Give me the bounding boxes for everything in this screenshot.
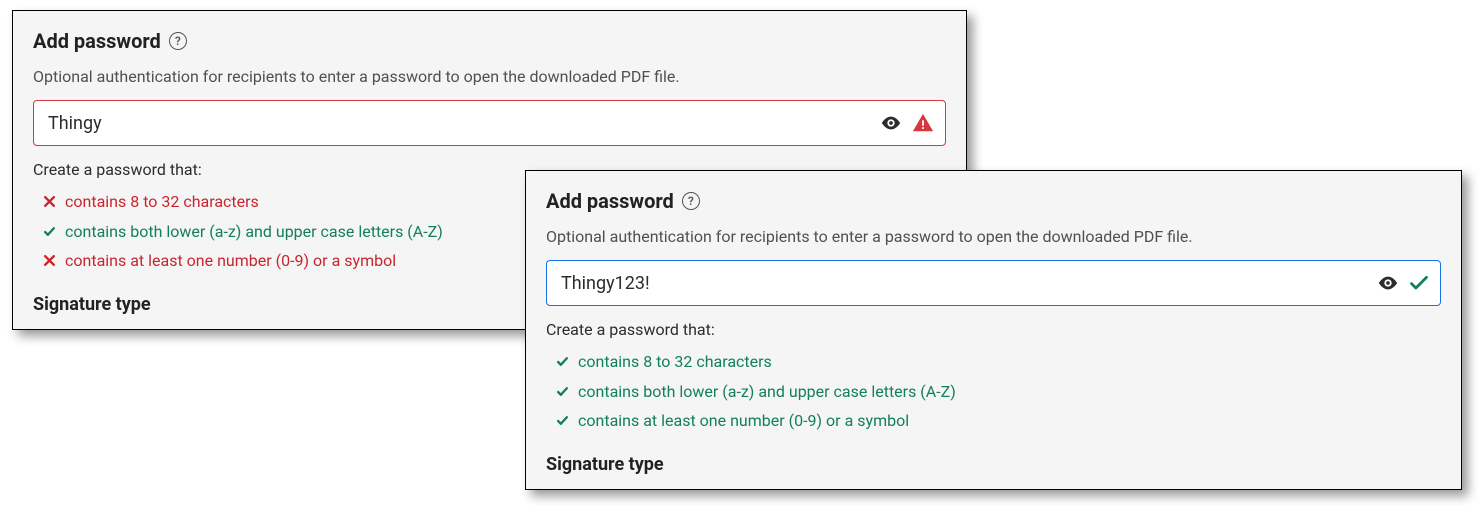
rule-text: contains at least one number (0-9) or a … xyxy=(578,406,909,436)
help-icon[interactable]: ? xyxy=(169,32,187,50)
input-icons xyxy=(880,112,934,134)
rule-text: contains 8 to 32 characters xyxy=(65,187,259,217)
rules-list: contains 8 to 32 characters contains bot… xyxy=(546,347,1441,436)
rule-text: contains 8 to 32 characters xyxy=(578,347,772,377)
password-input-wrap xyxy=(33,100,946,146)
panel-description: Optional authentication for recipients t… xyxy=(33,67,946,86)
rule-text: contains at least one number (0-9) or a … xyxy=(65,246,396,276)
password-input[interactable] xyxy=(546,260,1441,306)
rule-item: contains at least one number (0-9) or a … xyxy=(554,406,1441,436)
check-icon xyxy=(1409,273,1429,293)
x-icon xyxy=(41,254,57,267)
panel-title: Add password xyxy=(33,29,161,53)
x-icon xyxy=(41,195,57,208)
title-row: Add password ? xyxy=(546,189,1441,213)
rule-item: contains 8 to 32 characters xyxy=(554,347,1441,377)
check-icon xyxy=(41,225,57,238)
input-icons xyxy=(1377,272,1429,294)
rules-label: Create a password that: xyxy=(546,320,1441,339)
check-icon xyxy=(554,414,570,427)
help-icon[interactable]: ? xyxy=(682,192,700,210)
eye-icon[interactable] xyxy=(1377,272,1399,294)
password-input-wrap xyxy=(546,260,1441,306)
rule-text: contains both lower (a-z) and upper case… xyxy=(65,217,443,247)
alert-icon xyxy=(912,112,934,134)
password-input[interactable] xyxy=(33,100,946,146)
signature-type-label: Signature type xyxy=(546,454,1441,475)
rule-text: contains both lower (a-z) and upper case… xyxy=(578,377,956,407)
check-icon xyxy=(554,355,570,368)
panel-description: Optional authentication for recipients t… xyxy=(546,227,1441,246)
rule-item: contains both lower (a-z) and upper case… xyxy=(554,377,1441,407)
title-row: Add password ? xyxy=(33,29,946,53)
password-panel-success: Add password ? Optional authentication f… xyxy=(525,170,1462,490)
eye-icon[interactable] xyxy=(880,112,902,134)
panel-title: Add password xyxy=(546,189,674,213)
check-icon xyxy=(554,385,570,398)
